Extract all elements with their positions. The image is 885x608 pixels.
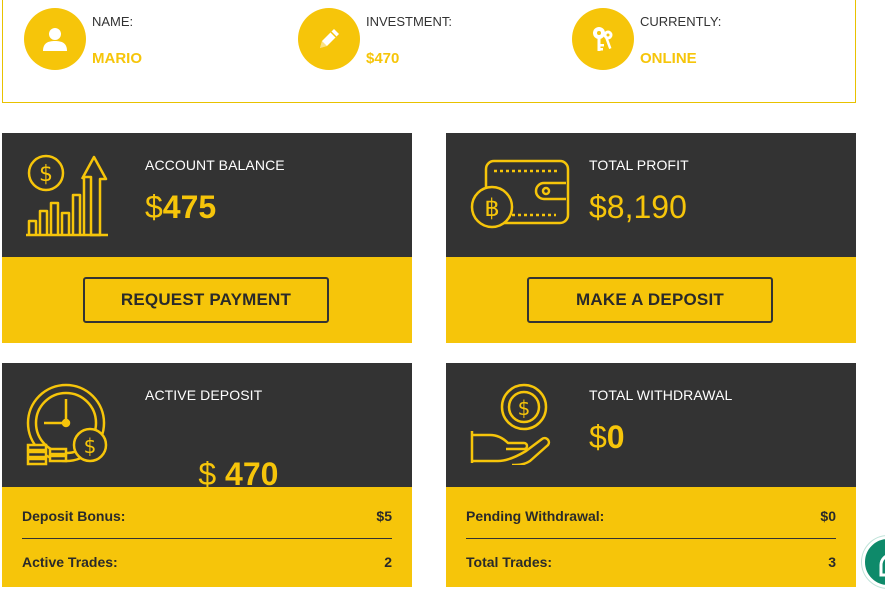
- active-deposit-card: $ ACTIVE DEPOSIT $ 470 Deposit Bonus: $5…: [2, 363, 412, 587]
- account-balance-title: ACCOUNT BALANCE: [145, 157, 285, 173]
- amount-value: 475: [162, 189, 217, 225]
- clock-coins-icon: $: [24, 381, 114, 474]
- active-deposit-title: ACTIVE DEPOSIT: [145, 387, 263, 403]
- total-trades-value: 3: [828, 554, 836, 570]
- account-balance-amount: $475: [145, 189, 216, 226]
- currency-symbol: $: [589, 419, 607, 455]
- total-trades-row: Total Trades: 3: [466, 539, 836, 585]
- keys-icon: [572, 8, 634, 70]
- user-info-bar: NAME: MARIO INVESTMENT: $470 CURRENTLY: …: [2, 0, 856, 103]
- investment-label: INVESTMENT:: [366, 14, 452, 29]
- pending-withdrawal-label: Pending Withdrawal:: [466, 507, 605, 524]
- svg-text:฿: ฿: [484, 194, 499, 222]
- amount-value: 8,190: [606, 189, 687, 225]
- total-profit-header: ฿ TOTAL PROFIT $8,190: [446, 133, 856, 257]
- name-label: NAME:: [92, 14, 134, 29]
- user-icon: [24, 8, 86, 70]
- total-trades-label: Total Trades:: [466, 554, 553, 570]
- account-balance-header: $ ACCOUNT BALANCE $475: [2, 133, 412, 257]
- active-deposit-footer: Deposit Bonus: $5 Active Trades: 2: [2, 487, 412, 587]
- balance-growth-icon: $: [24, 151, 112, 242]
- total-withdrawal-amount: $0: [589, 419, 625, 456]
- pencil-icon: [298, 8, 360, 70]
- account-balance-card: $ ACCOUNT BALANCE $475 REQUEST PAYMENT: [2, 133, 412, 343]
- active-trades-value: 2: [384, 554, 392, 570]
- deposit-bonus-label: Deposit Bonus:: [22, 507, 126, 524]
- total-withdrawal-footer: Pending Withdrawal: $0 Total Trades: 3: [446, 487, 856, 587]
- deposit-bonus-row: Deposit Bonus: $5: [22, 493, 392, 539]
- total-profit-footer: MAKE A DEPOSIT: [446, 257, 856, 343]
- chat-widget-button[interactable]: [862, 536, 885, 588]
- total-profit-card: ฿ TOTAL PROFIT $8,190 MAKE A DEPOSIT: [446, 133, 856, 343]
- active-deposit-header: $ ACTIVE DEPOSIT $ 470: [2, 363, 412, 492]
- total-profit-amount: $8,190: [589, 189, 687, 226]
- total-withdrawal-header: $ TOTAL WITHDRAWAL $0: [446, 363, 856, 487]
- amount-value: 0: [606, 419, 625, 455]
- svg-text:$: $: [84, 434, 97, 458]
- currency-symbol: $: [145, 189, 163, 225]
- make-deposit-button[interactable]: MAKE A DEPOSIT: [527, 277, 773, 323]
- hand-coin-icon: $: [468, 381, 554, 470]
- chat-bubble-icon: [879, 555, 885, 577]
- investment-value: $470: [366, 50, 400, 67]
- active-trades-label: Active Trades:: [22, 554, 118, 570]
- currency-symbol: $: [589, 189, 607, 225]
- svg-text:$: $: [518, 396, 531, 420]
- request-payment-button[interactable]: REQUEST PAYMENT: [83, 277, 329, 323]
- deposit-bonus-value: $5: [376, 507, 392, 524]
- pending-withdrawal-row: Pending Withdrawal: $0: [466, 493, 836, 539]
- active-trades-row: Active Trades: 2: [22, 539, 392, 585]
- total-profit-title: TOTAL PROFIT: [589, 157, 689, 173]
- name-value: MARIO: [92, 50, 142, 67]
- status-value: ONLINE: [640, 50, 697, 67]
- svg-text:$: $: [39, 162, 53, 187]
- total-withdrawal-card: $ TOTAL WITHDRAWAL $0 Pending Withdrawal…: [446, 363, 856, 587]
- total-withdrawal-title: TOTAL WITHDRAWAL: [589, 387, 733, 403]
- wallet-bitcoin-icon: ฿: [468, 157, 572, 238]
- status-label: CURRENTLY:: [640, 14, 722, 29]
- account-balance-footer: REQUEST PAYMENT: [2, 257, 412, 343]
- pending-withdrawal-value: $0: [820, 507, 836, 524]
